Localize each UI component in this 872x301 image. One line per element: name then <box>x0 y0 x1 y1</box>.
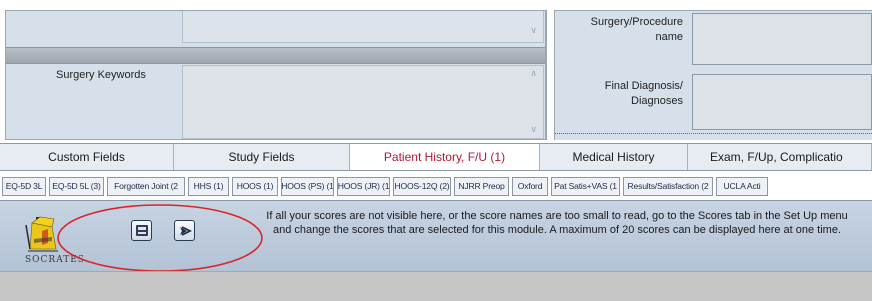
score-tab[interactable]: HOOS (PS) (1 <box>281 176 334 196</box>
tab-patient-history[interactable]: Patient History, F/U (1) <box>350 144 540 170</box>
tab-study-fields[interactable]: Study Fields <box>174 144 350 170</box>
scores-toolbar: SOCRATES If all your scores are not visi… <box>0 200 872 272</box>
annotation-ellipse <box>57 204 263 272</box>
score-tab[interactable]: HHS (1) <box>188 176 229 196</box>
scores-info-message: If all your scores are not visible here,… <box>266 210 848 236</box>
status-strip <box>0 271 872 301</box>
primary-tab-bar: Custom Fields Study Fields Patient Histo… <box>0 143 872 171</box>
score-tab[interactable]: Results/Satisfaction (2 <box>623 176 713 196</box>
procedure-name-label: Surgery/Procedure name <box>555 15 683 45</box>
tab-medical-history[interactable]: Medical History <box>540 144 688 170</box>
surgery-keywords-label: Surgery Keywords <box>56 69 146 81</box>
score-tab[interactable]: Pat Satis+VAS (1 <box>551 176 620 196</box>
procedure-diagnosis-panel: Surgery/Procedure name Final Diagnosis/ … <box>555 10 872 140</box>
diagnosis-label-line2: Diagnoses <box>631 95 683 107</box>
surgery-keywords-textarea[interactable]: ∧ ∨ <box>182 65 544 139</box>
scroll-up-icon[interactable]: ∧ <box>530 68 537 79</box>
score-tab[interactable]: Forgotten Joint (2 <box>107 176 185 196</box>
procedure-label-line2: name <box>655 31 683 43</box>
tab-custom-fields[interactable]: Custom Fields <box>0 144 174 170</box>
procedure-label-line1: Surgery/Procedure <box>590 16 683 28</box>
diagnosis-label-line1: Final Diagnosis/ <box>604 80 683 92</box>
top-band <box>0 0 872 10</box>
panel-divider <box>546 10 555 140</box>
score-tab[interactable]: EQ-5D 5L (3) <box>49 176 104 196</box>
surgery-details-panel: ∨ Surgery Keywords ∧ ∨ <box>5 10 546 140</box>
score-tab[interactable]: UCLA Acti <box>716 176 768 196</box>
scores-tab-bar: EQ-5D 3L EQ-5D 5L (3) Forgotten Joint (2… <box>0 174 872 198</box>
final-diagnosis-field[interactable] <box>692 74 872 130</box>
scroll-down-icon[interactable]: ∨ <box>530 124 537 135</box>
score-tab[interactable]: HOOS (JR) (1 <box>337 176 390 196</box>
tab-exam-followup[interactable]: Exam, F/Up, Complicatio <box>688 144 872 170</box>
score-tab[interactable]: HOOS (1) <box>232 176 278 196</box>
procedure-name-field[interactable] <box>692 13 872 65</box>
scroll-down-icon[interactable]: ∨ <box>530 25 537 36</box>
score-tab[interactable]: Oxford <box>512 176 548 196</box>
score-tab[interactable]: HOOS-12Q (2) <box>393 176 451 196</box>
dotted-separator <box>555 133 872 134</box>
score-tab[interactable]: EQ-5D 3L <box>2 176 46 196</box>
final-diagnosis-label: Final Diagnosis/ Diagnoses <box>555 79 683 109</box>
section-separator-bar <box>6 47 545 64</box>
upper-textarea[interactable]: ∨ <box>182 11 544 43</box>
score-tab[interactable]: NJRR Preop <box>454 176 509 196</box>
